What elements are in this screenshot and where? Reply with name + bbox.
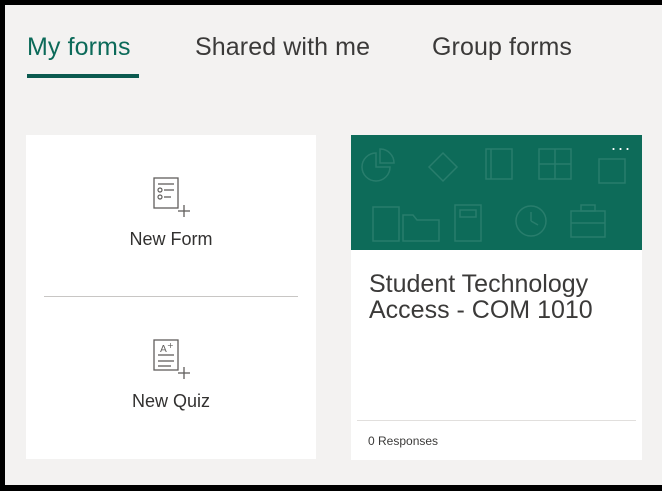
card-divider xyxy=(357,420,636,421)
svg-text:A: A xyxy=(160,344,167,355)
new-quiz-button[interactable]: A + New Quiz xyxy=(26,335,316,412)
create-divider xyxy=(44,296,298,297)
form-card-banner: ··· xyxy=(351,135,642,250)
more-options-button[interactable]: ··· xyxy=(606,139,636,163)
tab-bar: My forms Shared with me Group forms xyxy=(5,5,662,85)
form-plus-icon xyxy=(153,177,190,217)
new-form-label: New Form xyxy=(129,229,213,249)
responses-count: 0 Responses xyxy=(368,434,439,448)
create-card: New Form A + New Quiz xyxy=(26,135,316,459)
form-card[interactable]: ··· Student Technology Access - COM 1010… xyxy=(351,135,642,460)
tab-my-forms[interactable]: My forms xyxy=(27,33,131,62)
new-form-button[interactable]: New Form xyxy=(26,173,316,250)
forms-page: My forms Shared with me Group forms New … xyxy=(5,5,662,485)
tab-shared-with-me[interactable]: Shared with me xyxy=(195,33,370,62)
svg-text:+: + xyxy=(167,341,174,350)
active-tab-indicator xyxy=(27,74,139,78)
banner-pattern-icon xyxy=(361,148,626,242)
tab-group-forms[interactable]: Group forms xyxy=(432,33,572,62)
quiz-plus-icon: A + xyxy=(153,339,190,379)
form-title[interactable]: Student Technology Access - COM 1010 xyxy=(369,271,629,323)
new-quiz-label: New Quiz xyxy=(131,391,211,411)
